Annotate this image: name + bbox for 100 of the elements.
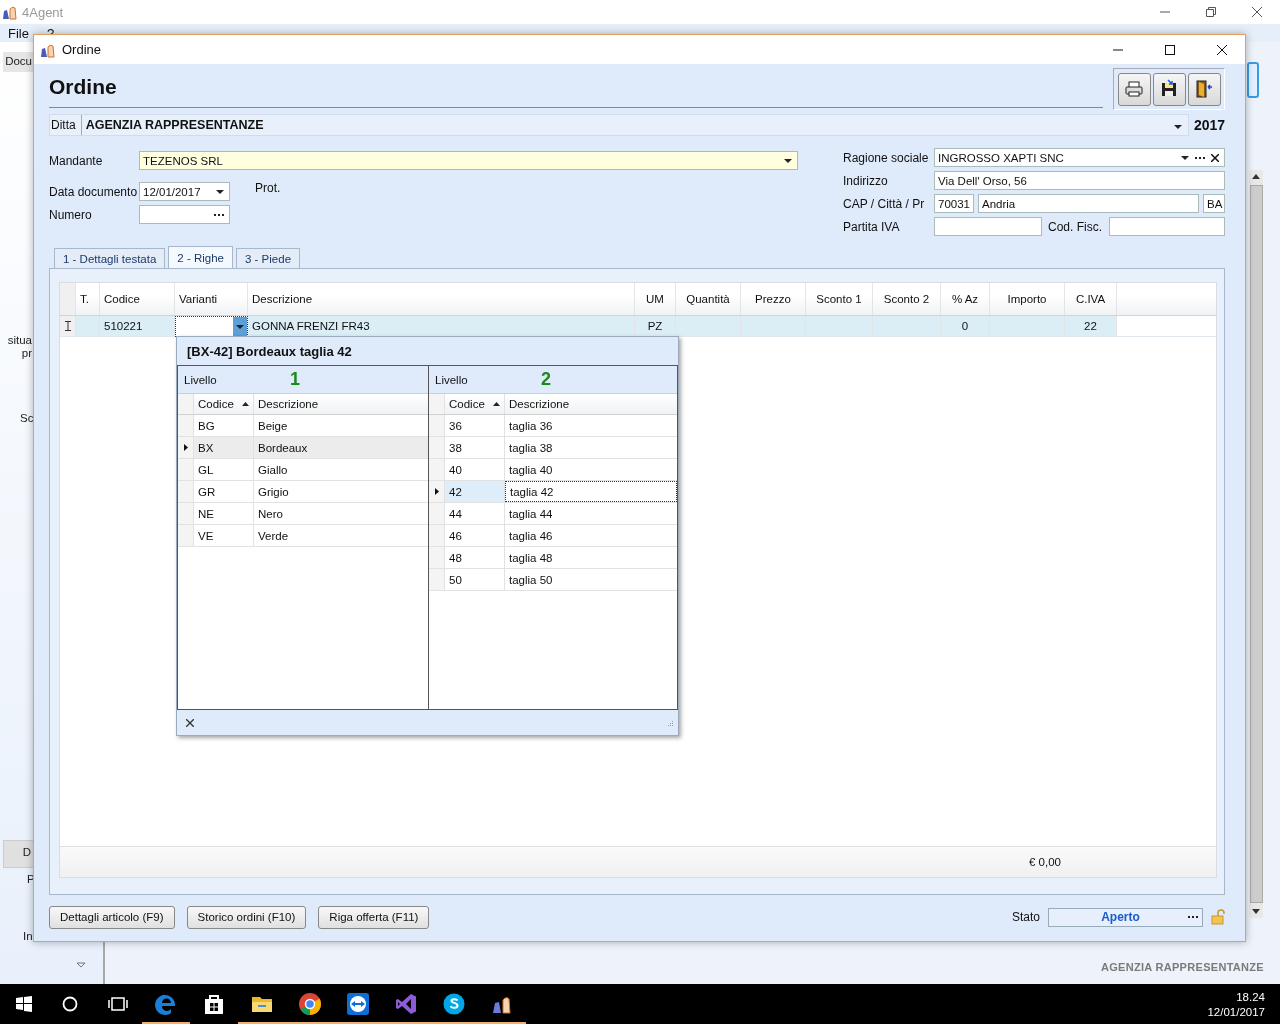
- input-field[interactable]: Andria: [978, 194, 1199, 213]
- column-header[interactable]: Sconto 1: [806, 283, 873, 315]
- maximize-icon[interactable]: [1164, 43, 1176, 56]
- variant-row[interactable]: NE Nero: [178, 503, 428, 525]
- level-number: 1: [290, 369, 300, 390]
- tab[interactable]: 1 - Dettagli testata: [54, 248, 166, 268]
- variant-row[interactable]: 38 taglia 38: [429, 437, 677, 459]
- tab[interactable]: 3 - Piede: [236, 248, 301, 268]
- variant-row[interactable]: 44 taglia 44: [429, 503, 677, 525]
- caret-icon: [236, 324, 244, 329]
- level-number: 2: [541, 369, 551, 390]
- column-header[interactable]: Descrizione: [505, 394, 677, 414]
- dropdown-icon[interactable]: [1181, 155, 1189, 160]
- column-header[interactable]: Sconto 2: [873, 283, 941, 315]
- status-field[interactable]: Aperto: [1048, 907, 1203, 927]
- ellipsis-icon[interactable]: [1195, 156, 1205, 159]
- column-header[interactable]: Descrizione: [254, 394, 428, 414]
- column-header[interactable]: Codice: [445, 394, 505, 414]
- dropdown-icon[interactable]: [784, 158, 792, 163]
- input-field[interactable]: TEZENOS SRL: [139, 151, 798, 170]
- tab[interactable]: 2 - Righe: [168, 246, 233, 268]
- input-field[interactable]: 70031: [934, 194, 974, 213]
- column-header[interactable]: Descrizione: [248, 283, 635, 315]
- table-cell: 0: [941, 316, 990, 337]
- column-header[interactable]: Importo: [990, 283, 1065, 315]
- input-field[interactable]: [139, 205, 230, 224]
- variant-row[interactable]: BX Bordeaux: [178, 437, 428, 459]
- column-header[interactable]: UM: [635, 283, 676, 315]
- variant-title: [BX-42] Bordeaux taglia 42: [186, 342, 353, 361]
- column-header[interactable]: C.IVA: [1065, 283, 1117, 315]
- row-pointer-icon: [434, 488, 439, 495]
- scroll-down-icon[interactable]: [1252, 909, 1260, 914]
- sort-icon: [241, 402, 249, 406]
- field-label: Numero: [49, 207, 93, 222]
- action-button[interactable]: Dettagli articolo (F9): [49, 905, 175, 929]
- save-button[interactable]: [1152, 72, 1186, 106]
- company-selector[interactable]: Ditta AGENZIA RAPPRESENTANZE: [49, 114, 1189, 136]
- form-heading: Ordine: [49, 74, 117, 99]
- table-cell: [806, 316, 873, 337]
- year-label: 2017: [1194, 117, 1226, 133]
- column-header[interactable]: Prezzo: [741, 283, 806, 315]
- close-icon[interactable]: [1216, 43, 1228, 56]
- clock-date[interactable]: 12/01/2017: [1207, 1005, 1265, 1018]
- dropdown-icon[interactable]: [1174, 125, 1182, 129]
- windows-start-icon[interactable]: [16, 996, 32, 1012]
- variant-row[interactable]: GL Giallo: [178, 459, 428, 481]
- dropdown-button[interactable]: [233, 317, 247, 336]
- input-field[interactable]: INGROSSO XAPTI SNC: [934, 148, 1225, 167]
- input-field[interactable]: [934, 217, 1042, 236]
- dropdown-icon[interactable]: [216, 189, 224, 194]
- variant-row[interactable]: 36 taglia 36: [429, 415, 677, 437]
- close-icon[interactable]: [186, 718, 194, 727]
- input-field[interactable]: Via Dell' Orso, 56: [934, 171, 1225, 190]
- table-cell: [873, 316, 941, 337]
- column-header[interactable]: % Az: [941, 283, 990, 315]
- column-header[interactable]: Codice: [194, 394, 254, 414]
- field-label: Indirizzo: [843, 173, 889, 188]
- column-header[interactable]: Quantità: [676, 283, 741, 315]
- input-field[interactable]: [1109, 217, 1225, 236]
- search-icon[interactable]: [62, 996, 78, 1012]
- scroll-up-icon[interactable]: [1252, 174, 1260, 179]
- total-amount: € 0,00: [1029, 856, 1061, 868]
- variant-combo[interactable]: [175, 316, 248, 337]
- clear-icon[interactable]: [1211, 153, 1219, 162]
- action-button[interactable]: Storico ordini (F10): [186, 905, 307, 929]
- action-button[interactable]: Riga offerta (F11): [318, 905, 430, 929]
- input-field[interactable]: BA: [1203, 194, 1225, 213]
- variant-row[interactable]: 46 taglia 46: [429, 525, 677, 547]
- task-view-icon[interactable]: [108, 996, 128, 1012]
- side-button[interactable]: [1247, 62, 1259, 98]
- table-row[interactable]: 510221 GONNA FRENZI FR43 PZ 0 22: [60, 316, 1216, 337]
- close-icon[interactable]: [1251, 6, 1263, 18]
- company-name: AGENZIA RAPPRESENTANZE: [1100, 961, 1264, 973]
- input-field[interactable]: 12/01/2017: [139, 182, 230, 201]
- column-header[interactable]: Codice: [100, 283, 175, 315]
- field-label: Prot.: [255, 181, 281, 195]
- ellipsis-icon[interactable]: [214, 213, 224, 216]
- table-cell: [676, 316, 741, 337]
- clock-time[interactable]: 18.24: [1236, 990, 1265, 1003]
- exit-button[interactable]: [1187, 72, 1221, 106]
- menu-item[interactable]: File: [8, 25, 29, 41]
- restore-icon[interactable]: [1205, 6, 1217, 18]
- resize-grip-icon[interactable]: [666, 718, 674, 727]
- sidebar-text: pr: [21, 347, 32, 359]
- field-label: CAP / Città / Pr: [843, 196, 926, 211]
- chat-app-icon: [442, 992, 466, 1016]
- variant-row[interactable]: GR Grigio: [178, 481, 428, 503]
- print-button[interactable]: [1117, 72, 1151, 106]
- field-label: Ragione sociale: [843, 150, 930, 165]
- sidebar-text: Sc: [20, 412, 34, 424]
- infinity-icon: [394, 992, 418, 1016]
- column-header[interactable]: T.: [76, 283, 100, 315]
- expand-icon[interactable]: [76, 962, 86, 968]
- column-header[interactable]: Varianti: [175, 283, 248, 315]
- variant-row[interactable]: 48 taglia 48: [429, 547, 677, 569]
- variant-row[interactable]: VE Verde: [178, 525, 428, 547]
- field-label: Data documento: [49, 184, 139, 199]
- edge-icon: [154, 992, 178, 1016]
- sidebar-text: Docu: [5, 55, 32, 67]
- variant-row[interactable]: 50 taglia 50: [429, 569, 677, 591]
